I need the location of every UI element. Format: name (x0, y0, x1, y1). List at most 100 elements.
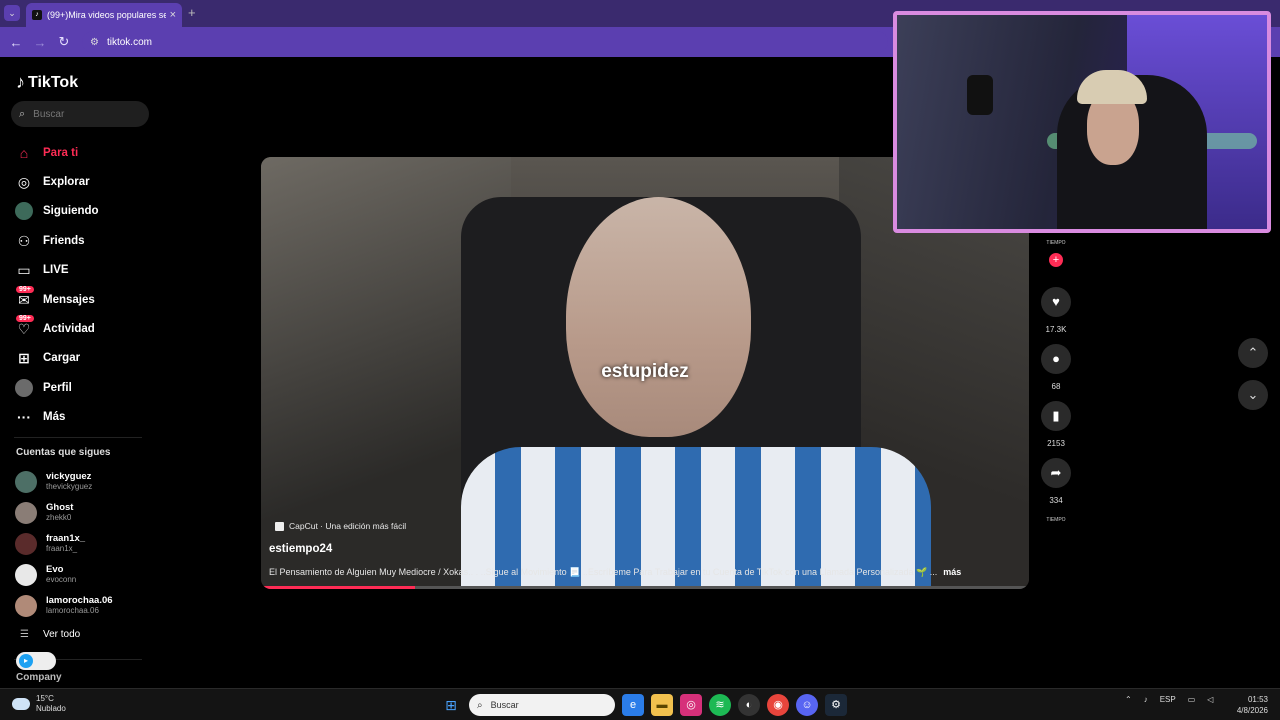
taskbar-search[interactable]: ⌕ Buscar (469, 694, 615, 716)
like-button[interactable]: ♥ (1041, 287, 1071, 317)
activity-badge: 99+ (16, 315, 34, 323)
next-video-button[interactable]: ⌄ (1238, 380, 1268, 410)
following-item[interactable]: lamorochaa.06 lamorochaa.06 (15, 590, 155, 621)
back-button[interactable]: ← (4, 35, 28, 50)
progress-fill (261, 586, 415, 589)
taskbar-apps: ⊞ ⌕ Buscar e ▬ ◎ ≋ ◐ ◉ ☺ ⚙ (440, 694, 854, 716)
video-caption: estupidez (601, 361, 689, 382)
forward-button[interactable]: → (28, 35, 52, 50)
nav-item-mensajes[interactable]: ✉ 99+ Mensajes (14, 285, 154, 314)
address-bar[interactable]: ⚙ tiktok.com (82, 31, 888, 53)
like-count: 17.3K (1045, 325, 1067, 334)
tray-expand-icon[interactable]: ⌃ (1125, 695, 1132, 704)
toggle-knob-icon: ▸ (19, 654, 33, 668)
nav-item-explorar[interactable]: ◎ Explorar (14, 167, 154, 196)
divider (14, 437, 142, 438)
messages-badge: 99+ (16, 285, 34, 293)
browser-tab[interactable]: ♪ (99+)Mira videos populares sele × (26, 3, 182, 27)
language-indicator[interactable]: ESP (1160, 695, 1176, 704)
capcut-icon (275, 521, 284, 531)
theme-toggle[interactable]: ▸ (16, 652, 56, 670)
tab-list-button[interactable]: ⌄ (4, 5, 20, 21)
activity-icon: ♡ (17, 321, 31, 338)
chevron-up-icon: ⌃ (1247, 345, 1259, 360)
capcut-tag[interactable]: CapCut · Una edición más fácil (275, 521, 406, 531)
avatar (15, 563, 37, 586)
chrome-icon[interactable]: ◉ (767, 694, 789, 716)
nav-item-siguiendo[interactable]: Siguiendo (14, 197, 154, 226)
nav-item-para-ti[interactable]: ⌂ Para ti (14, 138, 154, 167)
creator-tag[interactable]: TIEMPO (1040, 240, 1072, 246)
compass-icon: ◎ (17, 174, 31, 191)
nav-item-friends[interactable]: ⚇ Friends (14, 226, 154, 255)
action-rail: TIEMPO + ♥ 17.3K ● 68 ▮ 2153 ➦ 334 TIEMP… (1040, 240, 1072, 523)
following-heading: Cuentas que sigues (16, 447, 111, 458)
windows-taskbar: 15°C Nublado ⊞ ⌕ Buscar e ▬ ◎ ≋ ◐ ◉ ☺ ⚙ ⌃ … (0, 688, 1280, 720)
live-icon: ▭ (17, 262, 31, 279)
friends-icon: ⚇ (17, 232, 31, 249)
tiktok-note-icon: ♪ (16, 72, 25, 92)
app-icon[interactable]: ◐ (738, 694, 760, 716)
new-tab-button[interactable]: + (188, 5, 196, 20)
company-link[interactable]: Company (16, 672, 62, 683)
search-placeholder: Buscar (33, 108, 65, 120)
folder-icon[interactable]: ▬ (651, 694, 673, 716)
instagram-icon[interactable]: ◎ (680, 694, 702, 716)
nav-item-cargar[interactable]: ⊞ Cargar (14, 344, 154, 373)
video-person (566, 197, 751, 437)
spotify-icon[interactable]: ≋ (709, 694, 731, 716)
reload-button[interactable]: ↻ (52, 34, 76, 50)
more-link[interactable]: más (943, 567, 961, 577)
cloud-icon (12, 698, 30, 710)
microphone-icon[interactable]: ♪ (1144, 695, 1148, 704)
comment-button[interactable]: ● (1041, 344, 1071, 374)
share-button[interactable]: ➦ (1041, 458, 1071, 488)
more-icon: ··· (17, 409, 31, 426)
following-item[interactable]: vickyguez thevickyguez (15, 466, 155, 497)
follow-plus-icon[interactable]: + (1049, 253, 1063, 267)
search-input[interactable]: ⌕ Buscar (11, 101, 149, 127)
search-icon: ⌕ (19, 107, 26, 120)
edge-icon[interactable]: e (622, 694, 644, 716)
display-icon[interactable]: ▭ (1188, 695, 1196, 704)
avatar (15, 594, 37, 617)
tiktok-logo[interactable]: ♪ TikTok (16, 72, 78, 93)
list-icon: ☰ (20, 629, 29, 640)
weather-widget[interactable]: 15°C Nublado (12, 694, 66, 714)
steam-icon[interactable]: ⚙ (825, 694, 847, 716)
profile-avatar (14, 378, 34, 397)
previous-video-button[interactable]: ⌃ (1238, 338, 1268, 368)
nav-item-mas[interactable]: ··· Más (14, 403, 154, 432)
volume-icon[interactable]: ◁ (1207, 695, 1213, 704)
video-description: El Pensamiento de Alguien Muy Mediocre /… (269, 567, 962, 577)
tab-close-button[interactable]: × (170, 9, 176, 21)
following-item[interactable]: Evo evoconn (15, 559, 155, 590)
nav-item-live[interactable]: ▭ LIVE (14, 256, 154, 285)
save-count: 2153 (1047, 439, 1065, 448)
see-all-link[interactable]: ☰ Ver todo (20, 629, 80, 640)
share-icon: ➦ (1050, 465, 1062, 480)
save-button[interactable]: ▮ (1041, 401, 1071, 431)
nav-item-actividad[interactable]: ♡ 99+ Actividad (14, 314, 154, 343)
windows-start-icon[interactable]: ⊞ (440, 694, 462, 716)
tab-title: (99+)Mira videos populares sele (47, 10, 166, 20)
tiktok-favicon-icon: ♪ (32, 10, 42, 20)
clock[interactable]: 01:53 4/8/2026 (1237, 694, 1268, 716)
video-progress[interactable] (261, 586, 1029, 589)
search-icon: ⌕ (477, 699, 483, 711)
webcam-microphone (967, 75, 993, 115)
webcam-overlay (893, 11, 1271, 233)
bookmark-icon: ▮ (1052, 408, 1060, 423)
following-item[interactable]: Ghost zhekk0 (15, 497, 155, 528)
system-tray: ⌃ ♪ ESP ▭ ◁ (1125, 695, 1225, 704)
url-text: tiktok.com (106, 36, 152, 48)
following-item[interactable]: fraan1x_ fraan1x_ (15, 528, 155, 559)
video-author[interactable]: estiempo24 (269, 543, 332, 555)
nav-item-perfil[interactable]: Perfil (14, 373, 154, 402)
discord-icon[interactable]: ☺ (796, 694, 818, 716)
site-info-icon[interactable]: ⚙ (90, 37, 99, 48)
music-tag[interactable]: TIEMPO (1040, 517, 1072, 523)
following-avatar (14, 202, 34, 221)
upload-icon: ⊞ (18, 350, 30, 367)
following-list: vickyguez thevickyguez Ghost zhekk0 fraan1… (15, 466, 155, 621)
